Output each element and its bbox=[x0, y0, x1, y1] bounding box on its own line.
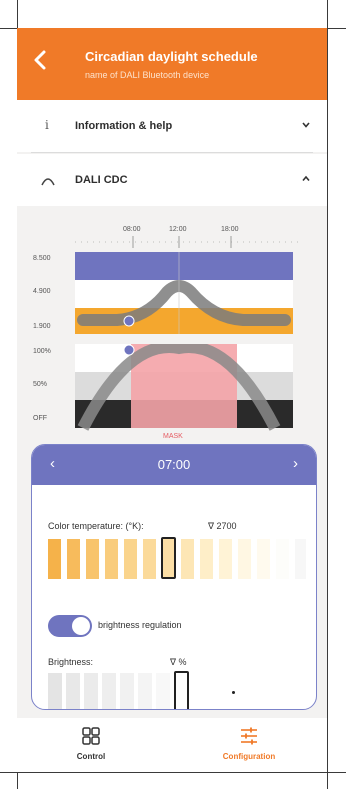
brightness-regulation-toggle[interactable] bbox=[48, 615, 92, 637]
next-time-button[interactable]: › bbox=[293, 455, 298, 472]
swatch[interactable] bbox=[276, 539, 289, 579]
color-temperature-plot[interactable] bbox=[17, 252, 327, 342]
bottom-nav: Control Configuration bbox=[17, 718, 327, 772]
swatch[interactable] bbox=[257, 539, 270, 579]
section-divider bbox=[31, 152, 313, 153]
color-temperature-label: Color temperature: (°K): bbox=[48, 521, 144, 531]
swatch[interactable] bbox=[124, 539, 137, 579]
brightness-plot[interactable] bbox=[17, 344, 327, 434]
sliders-icon bbox=[241, 727, 257, 745]
x-tick-label: 18:00 bbox=[221, 226, 239, 233]
brightness-swatch[interactable] bbox=[138, 673, 152, 709]
dali-arc-icon bbox=[41, 178, 55, 186]
y-tick-label: 50% bbox=[33, 381, 48, 388]
swatch[interactable] bbox=[295, 539, 306, 579]
nav-label: Control bbox=[76, 752, 106, 761]
x-tick-label: 12:00 bbox=[169, 226, 187, 233]
device-name: name of DALI Bluetooth device bbox=[85, 70, 210, 80]
time-selector: ‹ 07:00 › bbox=[32, 445, 316, 485]
selected-time: 07:00 bbox=[157, 457, 191, 472]
brightness-label: Brightness: bbox=[48, 657, 94, 667]
x-tick-label: 08:00 bbox=[123, 226, 141, 233]
mask-label: MASK bbox=[163, 433, 183, 440]
y-tick-label: 4.900 bbox=[33, 288, 51, 295]
nav-label: Configuration bbox=[222, 752, 276, 761]
y-tick-label: OFF bbox=[33, 415, 47, 422]
swatch[interactable] bbox=[143, 539, 156, 579]
y-tick-label: 100% bbox=[33, 348, 51, 355]
brightness-swatch[interactable] bbox=[120, 673, 134, 709]
brightness-swatch[interactable] bbox=[156, 673, 170, 709]
frame-top-line bbox=[0, 28, 17, 29]
swatch[interactable] bbox=[181, 539, 194, 579]
brightness-swatch[interactable] bbox=[66, 673, 80, 709]
section-dali-cdc[interactable]: DALI CDC bbox=[17, 154, 327, 206]
current-time-marker bbox=[123, 315, 135, 327]
section-information-help[interactable]: i Information & help bbox=[17, 100, 327, 152]
header-bar: Circadian daylight schedule name of DALI… bbox=[17, 28, 327, 100]
info-icon: i bbox=[45, 118, 49, 132]
schedule-point-panel: ‹ 07:00 › Color temperature: (°K): ∇ 270… bbox=[31, 444, 317, 710]
back-arrow-icon[interactable] bbox=[31, 48, 51, 72]
color-temperature-value[interactable]: ∇ 2700 bbox=[208, 521, 237, 532]
nav-configuration[interactable]: Configuration bbox=[189, 726, 309, 761]
current-time-marker bbox=[123, 344, 135, 356]
chevron-up-icon[interactable] bbox=[301, 174, 311, 184]
schedule-chart[interactable]: 08:00 12:00 18:00 8.500 4.900 1.900 100%… bbox=[17, 208, 327, 468]
frame-top-line-right bbox=[327, 28, 346, 29]
nav-control[interactable]: Control bbox=[31, 726, 151, 761]
section-label: Information & help bbox=[75, 120, 173, 132]
chevron-down-icon[interactable] bbox=[301, 120, 311, 130]
selected-brightness[interactable] bbox=[174, 671, 189, 709]
frame-bottom-line bbox=[0, 772, 346, 773]
swatch[interactable] bbox=[86, 539, 99, 579]
toggle-knob bbox=[72, 617, 90, 635]
swatch[interactable] bbox=[219, 539, 232, 579]
frame-right-line bbox=[327, 0, 328, 789]
selected-swatch[interactable] bbox=[161, 537, 176, 579]
app-window: Circadian daylight schedule name of DALI… bbox=[17, 28, 327, 772]
y-tick-label: 1.900 bbox=[33, 323, 51, 330]
swatch[interactable] bbox=[67, 539, 80, 579]
brightness-regulation-label: brightness regulation bbox=[98, 620, 182, 630]
page-title: Circadian daylight schedule bbox=[85, 49, 258, 64]
y-tick-label: 8.500 bbox=[33, 255, 51, 262]
brightness-swatch[interactable] bbox=[48, 673, 62, 709]
brightness-swatch[interactable] bbox=[102, 673, 116, 709]
swatch[interactable] bbox=[238, 539, 251, 579]
grid-icon bbox=[82, 727, 100, 745]
brightness-swatch[interactable] bbox=[84, 673, 98, 709]
swatch[interactable] bbox=[200, 539, 213, 579]
swatch[interactable] bbox=[48, 539, 61, 579]
brightness-indicator-dot bbox=[232, 691, 235, 694]
section-label: DALI CDC bbox=[75, 174, 128, 186]
brightness-value[interactable]: ∇ % bbox=[170, 657, 187, 668]
color-temperature-swatches[interactable] bbox=[48, 537, 306, 579]
swatch[interactable] bbox=[105, 539, 118, 579]
